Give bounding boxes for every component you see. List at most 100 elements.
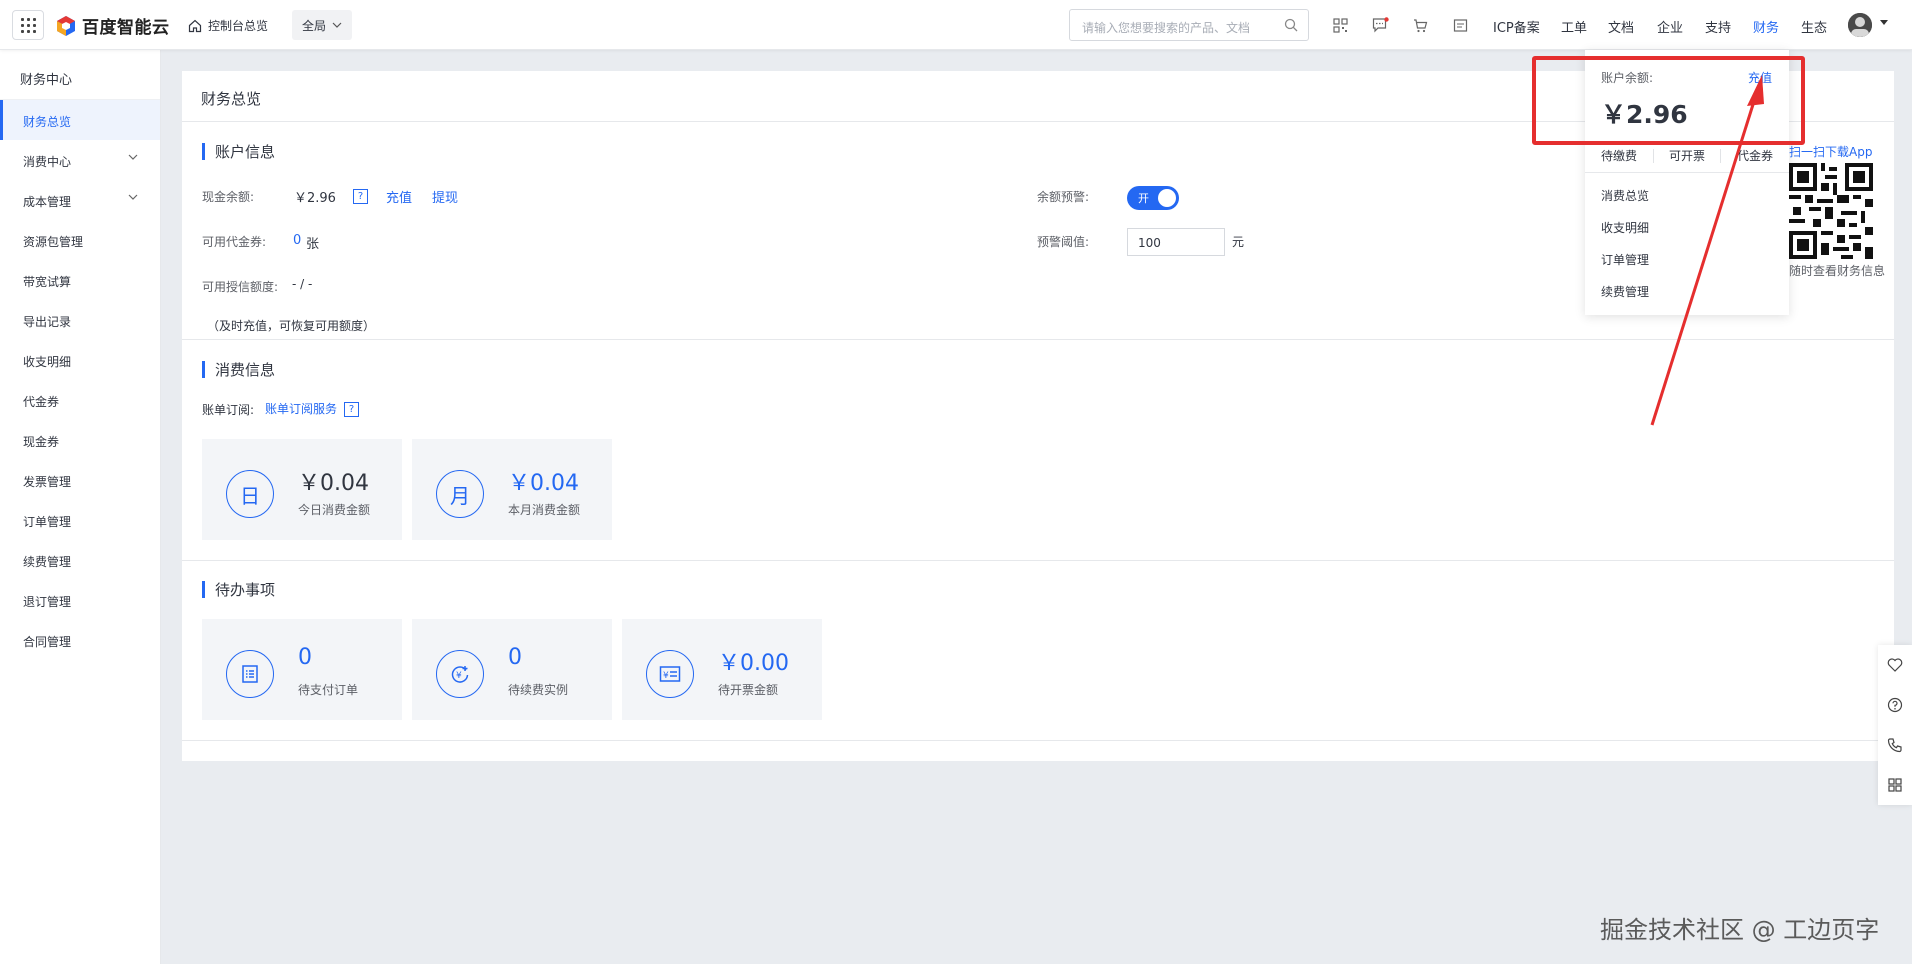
pending-payment-card[interactable]: 0 待支付订单 bbox=[202, 619, 402, 720]
popover-item-renewal[interactable]: 续费管理 bbox=[1601, 283, 1649, 300]
nav-docs[interactable]: 文档 bbox=[1608, 17, 1634, 36]
logo[interactable]: 百度智能云 bbox=[56, 13, 170, 38]
nav-icp[interactable]: ICP备案 bbox=[1493, 17, 1540, 36]
sidebar-item-label: 订单管理 bbox=[23, 515, 72, 529]
recharge-link[interactable]: 充值 bbox=[386, 187, 412, 206]
help-icon[interactable]: ? bbox=[353, 189, 368, 204]
cart-icon[interactable] bbox=[1411, 16, 1429, 34]
consumption-section-title: 消费信息 bbox=[202, 359, 275, 380]
tab-invoiceable[interactable]: 可开票 bbox=[1669, 147, 1705, 164]
sidebar-item-label: 资源包管理 bbox=[23, 235, 84, 249]
sidebar-item-renewal[interactable]: 续费管理 bbox=[0, 540, 160, 580]
month-spend-card[interactable]: 月 ￥0.04 本月消费金额 bbox=[412, 439, 612, 540]
sidebar-item-label: 导出记录 bbox=[23, 315, 72, 329]
threshold-input[interactable]: 100 bbox=[1127, 228, 1225, 256]
threshold-unit: 元 bbox=[1232, 235, 1245, 249]
avatar[interactable] bbox=[1848, 13, 1872, 37]
balance-alert-toggle[interactable]: 开 bbox=[1127, 186, 1179, 210]
sidebar-item-label: 代金券 bbox=[23, 395, 60, 409]
popover-item-consumption[interactable]: 消费总览 bbox=[1601, 187, 1649, 204]
toggle-state: 开 bbox=[1138, 192, 1149, 205]
apps-icon[interactable] bbox=[1887, 777, 1903, 793]
month-spend-caption: 本月消费金额 bbox=[508, 503, 581, 517]
message-icon[interactable] bbox=[1371, 16, 1389, 34]
search-input[interactable]: 请输入您想要搜索的产品、文档 bbox=[1069, 9, 1309, 41]
divider bbox=[182, 560, 1894, 561]
app-grid-button[interactable] bbox=[12, 10, 44, 40]
sidebar-item-cash-coupon[interactable]: 现金券 bbox=[0, 420, 160, 460]
todo-section-title: 待办事项 bbox=[202, 579, 275, 600]
app-download-note: 随时查看财务信息 bbox=[1789, 264, 1886, 278]
tab-voucher[interactable]: 代金券 bbox=[1737, 147, 1773, 164]
search-icon[interactable] bbox=[1284, 18, 1298, 32]
month-spend-value: ￥0.04 bbox=[508, 471, 579, 496]
pending-invoice-value: ￥0.00 bbox=[718, 651, 789, 676]
tab-pending-payment[interactable]: 待缴费 bbox=[1601, 147, 1637, 164]
nav-ticket[interactable]: 工单 bbox=[1561, 17, 1587, 36]
sidebar-item-resource-package[interactable]: 资源包管理 bbox=[0, 220, 160, 260]
nav-support[interactable]: 支持 bbox=[1705, 17, 1731, 36]
pending-renewal-caption: 待续费实例 bbox=[508, 683, 569, 697]
feedback-icon[interactable] bbox=[1887, 657, 1903, 673]
today-spend-card[interactable]: 日 ￥0.04 今日消费金额 bbox=[202, 439, 402, 540]
tab-separator bbox=[1653, 149, 1654, 163]
sidebar-item-label: 续费管理 bbox=[23, 555, 72, 569]
pending-invoice-card[interactable]: ¥ ￥0.00 待开票金额 bbox=[622, 619, 822, 720]
nav-ecosystem[interactable]: 生态 bbox=[1801, 17, 1827, 36]
tab-separator bbox=[1720, 149, 1721, 163]
sidebar-title: 财务中心 bbox=[0, 50, 160, 100]
divider bbox=[182, 339, 1894, 340]
bill-subscribe-link[interactable]: 账单订阅服务 bbox=[265, 400, 337, 417]
svg-text:¥: ¥ bbox=[663, 671, 669, 681]
invoice-icon[interactable] bbox=[1451, 16, 1469, 34]
app-download-prompt: 扫一扫下载App bbox=[1789, 145, 1873, 159]
logo-text: 百度智能云 bbox=[82, 18, 170, 38]
sidebar-item-voucher[interactable]: 代金券 bbox=[0, 380, 160, 420]
home-icon bbox=[188, 19, 202, 32]
caret-down-icon[interactable] bbox=[1880, 20, 1888, 26]
region-label: 全局 bbox=[301, 18, 326, 33]
sidebar-item-finance-overview[interactable]: 财务总览 bbox=[0, 100, 160, 140]
sidebar-item-label: 合同管理 bbox=[23, 635, 72, 649]
watermark: 掘金技术社区 @ 工边页字 bbox=[1600, 916, 1880, 944]
divider bbox=[182, 740, 1894, 741]
nav-enterprise[interactable]: 企业 bbox=[1657, 17, 1683, 36]
nav-finance[interactable]: 财务 bbox=[1753, 17, 1779, 36]
region-select[interactable]: 全局 bbox=[292, 10, 352, 40]
cash-balance-value: ￥2.96 bbox=[294, 191, 336, 206]
popover-tabs: 待缴费 可开票 代金券 bbox=[1585, 143, 1789, 173]
sidebar-item-label: 发票管理 bbox=[23, 475, 72, 489]
app-download-panel: 扫一扫下载App 随时查看财务信息 bbox=[1789, 50, 1912, 280]
sidebar-item-unsubscribe[interactable]: 退订管理 bbox=[0, 580, 160, 620]
annotation-highlight-box bbox=[1532, 56, 1805, 145]
sidebar-item-label: 收支明细 bbox=[23, 355, 72, 369]
bill-subscribe-label: 账单订阅: bbox=[202, 403, 255, 417]
today-spend-caption: 今日消费金额 bbox=[298, 503, 371, 517]
phone-icon[interactable] bbox=[1887, 737, 1903, 753]
pending-invoice-caption: 待开票金额 bbox=[718, 683, 779, 697]
voucher-label: 可用代金券: bbox=[202, 235, 267, 249]
sidebar-item-consumption[interactable]: 消费中心 bbox=[0, 140, 160, 180]
calendar-day-icon: 日 bbox=[226, 470, 274, 518]
sidebar-item-label: 成本管理 bbox=[23, 195, 72, 209]
sidebar-item-bandwidth[interactable]: 带宽试算 bbox=[0, 260, 160, 300]
svg-text:¥: ¥ bbox=[456, 671, 462, 681]
help-circle-icon[interactable] bbox=[1887, 697, 1903, 713]
sidebar-item-contract[interactable]: 合同管理 bbox=[0, 620, 160, 660]
sidebar-item-orders[interactable]: 订单管理 bbox=[0, 500, 160, 540]
sidebar-item-export[interactable]: 导出记录 bbox=[0, 300, 160, 340]
sidebar-item-invoice[interactable]: 发票管理 bbox=[0, 460, 160, 500]
credit-note: （及时充值，可恢复可用额度） bbox=[207, 319, 376, 333]
help-icon[interactable]: ? bbox=[344, 402, 359, 417]
qrcode-image bbox=[1789, 163, 1873, 259]
credit-label: 可用授信额度: bbox=[202, 280, 279, 294]
qrcode-icon[interactable] bbox=[1331, 16, 1349, 34]
sidebar-item-cost[interactable]: 成本管理 bbox=[0, 180, 160, 220]
sidebar-item-transactions[interactable]: 收支明细 bbox=[0, 340, 160, 380]
withdraw-link[interactable]: 提现 bbox=[432, 187, 458, 206]
popover-item-transactions[interactable]: 收支明细 bbox=[1601, 219, 1649, 236]
voucher-count[interactable]: 0 bbox=[293, 233, 301, 248]
popover-item-orders[interactable]: 订单管理 bbox=[1601, 251, 1649, 268]
console-overview-link[interactable]: 控制台总览 bbox=[188, 17, 268, 34]
pending-renewal-card[interactable]: ¥ 0 待续费实例 bbox=[412, 619, 612, 720]
